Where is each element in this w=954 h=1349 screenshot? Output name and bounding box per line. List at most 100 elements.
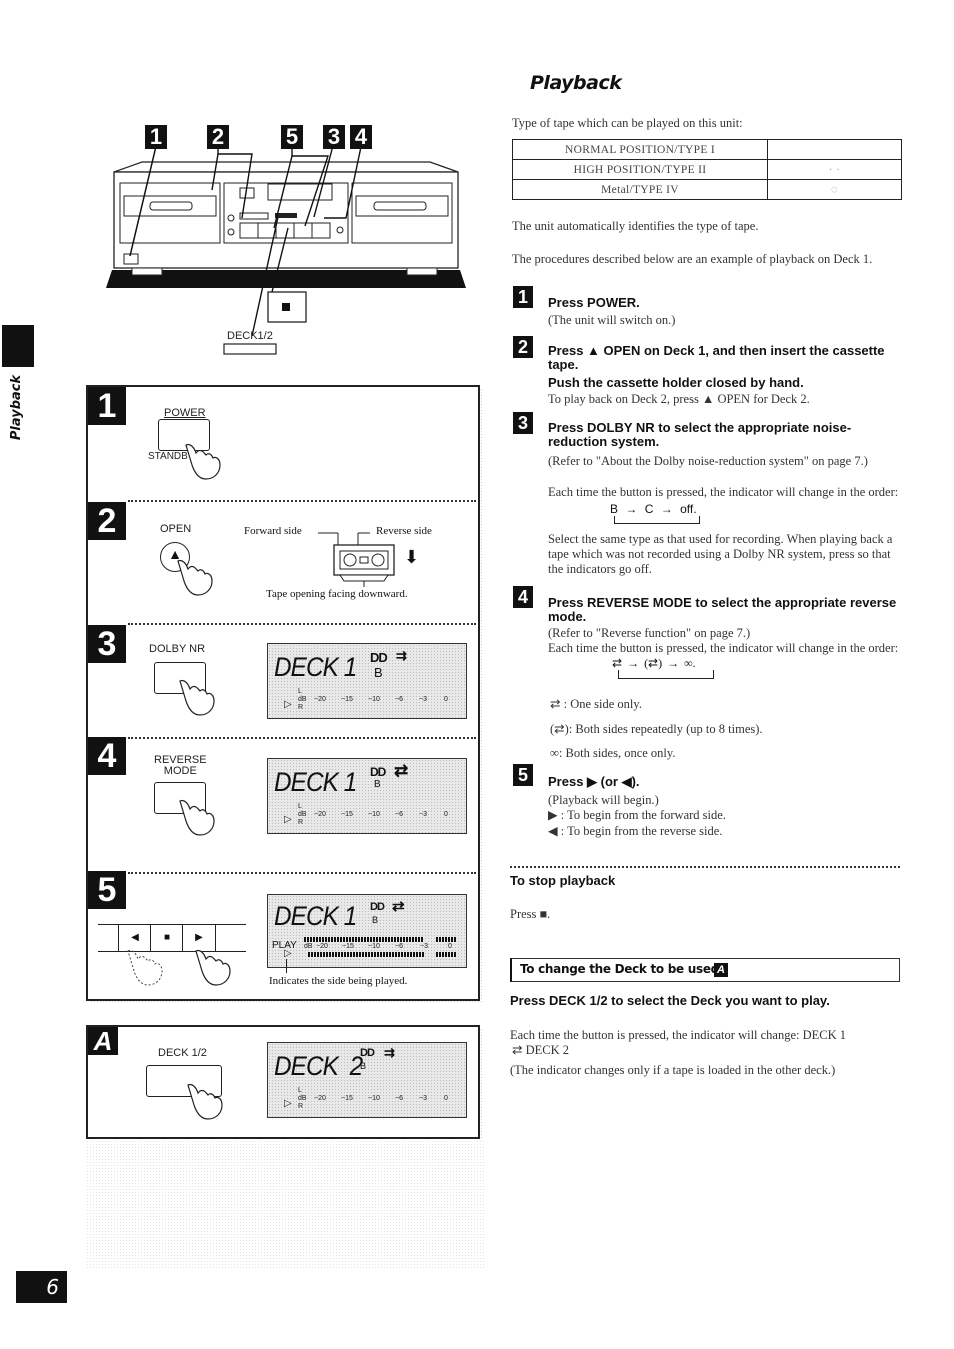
divider <box>128 623 476 625</box>
reverse-mode-icon: ⇄ <box>392 898 405 915</box>
panel-4-number: 4 <box>88 737 126 775</box>
change-deck-heading: Press DECK 1/2 to select the Deck you wa… <box>510 993 830 1008</box>
divider <box>128 500 476 502</box>
nr-type-indicator: B <box>374 779 381 790</box>
step-4-number: 4 <box>513 586 533 608</box>
cycle-return-line <box>618 670 714 679</box>
play-direction-icon: ▷ <box>284 814 292 825</box>
nr-type-indicator: B <box>374 665 383 680</box>
reverse-mode-icon: ⇉ <box>396 648 407 663</box>
tape-types-table: NORMAL POSITION/TYPE I HIGH POSITION/TYP… <box>512 139 902 200</box>
step-2-heading: Press ▲ OPEN on Deck 1, and then insert … <box>548 343 885 372</box>
callout-4: 4 <box>350 125 372 149</box>
panel-1-number: 1 <box>88 387 126 425</box>
forward-side-label: Forward side <box>244 525 302 537</box>
down-arrow-icon: ⬇ <box>404 547 420 567</box>
dolby-icon: DD <box>360 1047 375 1059</box>
dolby-order-sequence: B → C → off. <box>610 502 697 516</box>
panel-5-number: 5 <box>88 871 126 909</box>
page-number: 6 <box>16 1271 67 1303</box>
callout-5: 5 <box>281 125 303 149</box>
lcd-display-dolby: DECK 1 DD B ⇉ L dB R ▷ −20 −15 −10 −6 −3… <box>267 643 467 719</box>
level-meter-left <box>304 937 424 942</box>
step-3-heading: Press DOLBY NR to select the appropriate… <box>548 420 852 449</box>
hand-press-icon <box>187 1083 223 1120</box>
level-meter-left-peak <box>436 937 456 942</box>
reverse-mode-icon: ⇄ <box>394 761 409 780</box>
power-label: POWER <box>164 407 206 419</box>
section-tab-label: Playback <box>9 374 25 441</box>
step-2-text: To play back on Deck 2, press ▲ OPEN for… <box>548 392 810 406</box>
divider <box>510 866 900 868</box>
deck-diagram: 1 2 5 3 4 DECK1/2 <box>100 120 480 360</box>
callout-3: 3 <box>323 125 345 149</box>
deck-1-2-label: DECK1/2 <box>227 330 273 342</box>
step-5-number: 5 <box>513 764 533 786</box>
stop-heading: To stop playback <box>510 873 616 888</box>
change-deck-title: To change the Deck to be used <box>520 962 719 976</box>
reverse-order-sequence: ⇄ → (⇄) → ∞. <box>612 656 696 670</box>
step-5-heading: Press ▶ (or ◀). <box>548 774 640 789</box>
hand-press-icon <box>195 949 231 986</box>
page-title: Playback <box>530 72 622 94</box>
dolby-icon: DD <box>370 901 385 913</box>
step-4-heading: Press REVERSE MODE to select the appropr… <box>548 595 897 624</box>
reverse-mode-label: REVERSE MODE <box>154 754 207 777</box>
section-tab-marker <box>2 325 34 367</box>
scan-noise <box>86 1140 486 1270</box>
auto-identify-note: The unit automatically identifies the ty… <box>512 219 759 233</box>
mode-one-side: ⇄ : One side only. <box>550 697 642 711</box>
level-meter-right-peak <box>436 952 456 957</box>
table-row: HIGH POSITION/TYPE II · · <box>512 159 902 180</box>
change-deck-note: (The indicator changes only if a tape is… <box>510 1063 836 1077</box>
mode-once: ∞: Both sides, once only. <box>550 746 676 760</box>
level-meter-right <box>308 952 424 957</box>
divider <box>128 737 476 739</box>
cycle-return-line <box>614 516 700 524</box>
hand-press-icon <box>179 799 215 836</box>
tape-opening-caption: Tape opening facing downward. <box>266 588 408 600</box>
panel-3-number: 3 <box>88 625 126 663</box>
dolby-nr-label: DOLBY NR <box>149 643 206 655</box>
play-direction-icon: ▷ <box>284 699 292 710</box>
panel-a-badge: A <box>88 1027 118 1055</box>
mode-repeat: (⇄): Both sides repeatedly (up to 8 time… <box>550 722 763 736</box>
step-2-subheading: Push the cassette holder closed by hand. <box>548 375 804 390</box>
hand-press-icon <box>185 443 221 480</box>
table-row: Metal/TYPE IV ◌ <box>512 179 902 200</box>
hand-press-icon <box>179 679 215 716</box>
change-deck-text-2: ⇄ DECK 2 <box>512 1043 570 1057</box>
change-deck-text: Each time the button is pressed, the ind… <box>510 1028 847 1042</box>
step-3-number: 3 <box>513 412 533 434</box>
lcd-display-deck2: DECK 2 DD B ⇉ L dB R ▷ −20 −15 −10 −6 −3… <box>267 1042 467 1118</box>
deck-change-panel: A DECK 1/2 DECK 2 DD B ⇉ L dB R ▷ −20 −1… <box>86 1025 480 1139</box>
indicator-pointer-line <box>286 959 287 973</box>
nr-type-indicator: B <box>360 1061 367 1071</box>
callout-1: 1 <box>145 125 167 149</box>
panel-a-reference-badge: A <box>714 963 728 977</box>
step-2-number: 2 <box>513 336 533 358</box>
hand-press-icon <box>177 559 213 596</box>
step-5-text: (Playback will begin.) <box>548 793 659 807</box>
step-3-note: Select the same type as that used for re… <box>548 532 893 576</box>
reverse-mode-icon: ⇉ <box>384 1045 395 1060</box>
play-direction-icon: ▷ <box>284 1098 292 1109</box>
deck-1-2-button-label: DECK 1/2 <box>158 1047 207 1059</box>
steps-panel: 1 POWER STANDBY 2 OPEN ▲ Forward side Re… <box>86 385 480 1001</box>
open-label: OPEN <box>160 523 192 535</box>
play-direction-icon: ▷ <box>284 948 292 959</box>
step-3-refer: (Refer to "About the Dolby noise-reducti… <box>548 454 868 468</box>
step-4-refer: (Refer to "Reverse function" on page 7.) <box>548 626 751 640</box>
side-indicator-caption: Indicates the side being played. <box>269 975 408 987</box>
step-5-reverse: ◀ : To begin from the reverse side. <box>548 824 723 838</box>
step-1-text: (The unit will switch on.) <box>548 313 676 327</box>
dolby-icon: DD <box>370 765 386 779</box>
example-note: The procedures described below are an ex… <box>512 252 873 266</box>
callout-2: 2 <box>207 125 229 149</box>
step-4-order-text: Each time the button is pressed, the ind… <box>548 641 899 655</box>
step-5-forward: ▶ : To begin from the forward side. <box>548 808 726 822</box>
lcd-display-play: DECK 1 DD B ⇄ PLAY dB −20 −15 −10 −6 −3 … <box>267 894 467 968</box>
both-sides-once-icon: ∞ <box>550 746 559 760</box>
cassette-deck-illustration <box>106 141 466 355</box>
panel-2-number: 2 <box>88 502 126 540</box>
